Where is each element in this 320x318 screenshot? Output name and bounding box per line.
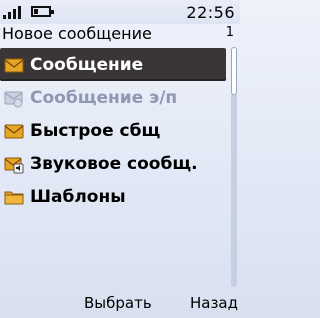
back-softkey[interactable]: Назад: [190, 294, 238, 312]
menu-item-audio-message[interactable]: Звуковое сообщ.: [0, 147, 226, 180]
clock: 22:56: [186, 3, 235, 22]
menu-list: Сообщение Сообщение э/п Быстрое сбщ Звук…: [0, 48, 226, 213]
page-indicator: 1: [225, 25, 234, 40]
softkey-bar: Выбрать Назад: [0, 288, 240, 318]
audio-message-icon: [4, 157, 24, 173]
menu-item-label: Звуковое сообщ.: [30, 153, 198, 174]
menu-item-quick-message[interactable]: Быстрое сбщ: [0, 114, 226, 147]
status-bar: 22:56: [0, 0, 240, 24]
envelope-icon: [4, 58, 24, 72]
menu-item-message[interactable]: Сообщение: [0, 48, 226, 81]
scroll-thumb[interactable]: [231, 47, 237, 95]
header: Новое сообщение 1: [0, 24, 240, 44]
email-icon: [4, 91, 23, 107]
select-softkey[interactable]: Выбрать: [84, 294, 152, 312]
menu-item-label: Быстрое сбщ: [30, 120, 161, 141]
page-title: Новое сообщение: [2, 24, 152, 43]
folder-icon: [4, 191, 24, 204]
menu-item-email[interactable]: Сообщение э/п: [0, 81, 226, 114]
menu-item-label: Сообщение: [30, 54, 144, 75]
signal-bars-icon: [3, 6, 21, 19]
menu-item-templates[interactable]: Шаблоны: [0, 180, 226, 213]
menu-item-label: Шаблоны: [30, 186, 126, 207]
scrollbar[interactable]: [231, 47, 237, 287]
battery-icon: [31, 6, 54, 17]
quick-message-icon: [4, 124, 24, 138]
menu-item-label: Сообщение э/п: [30, 87, 178, 108]
